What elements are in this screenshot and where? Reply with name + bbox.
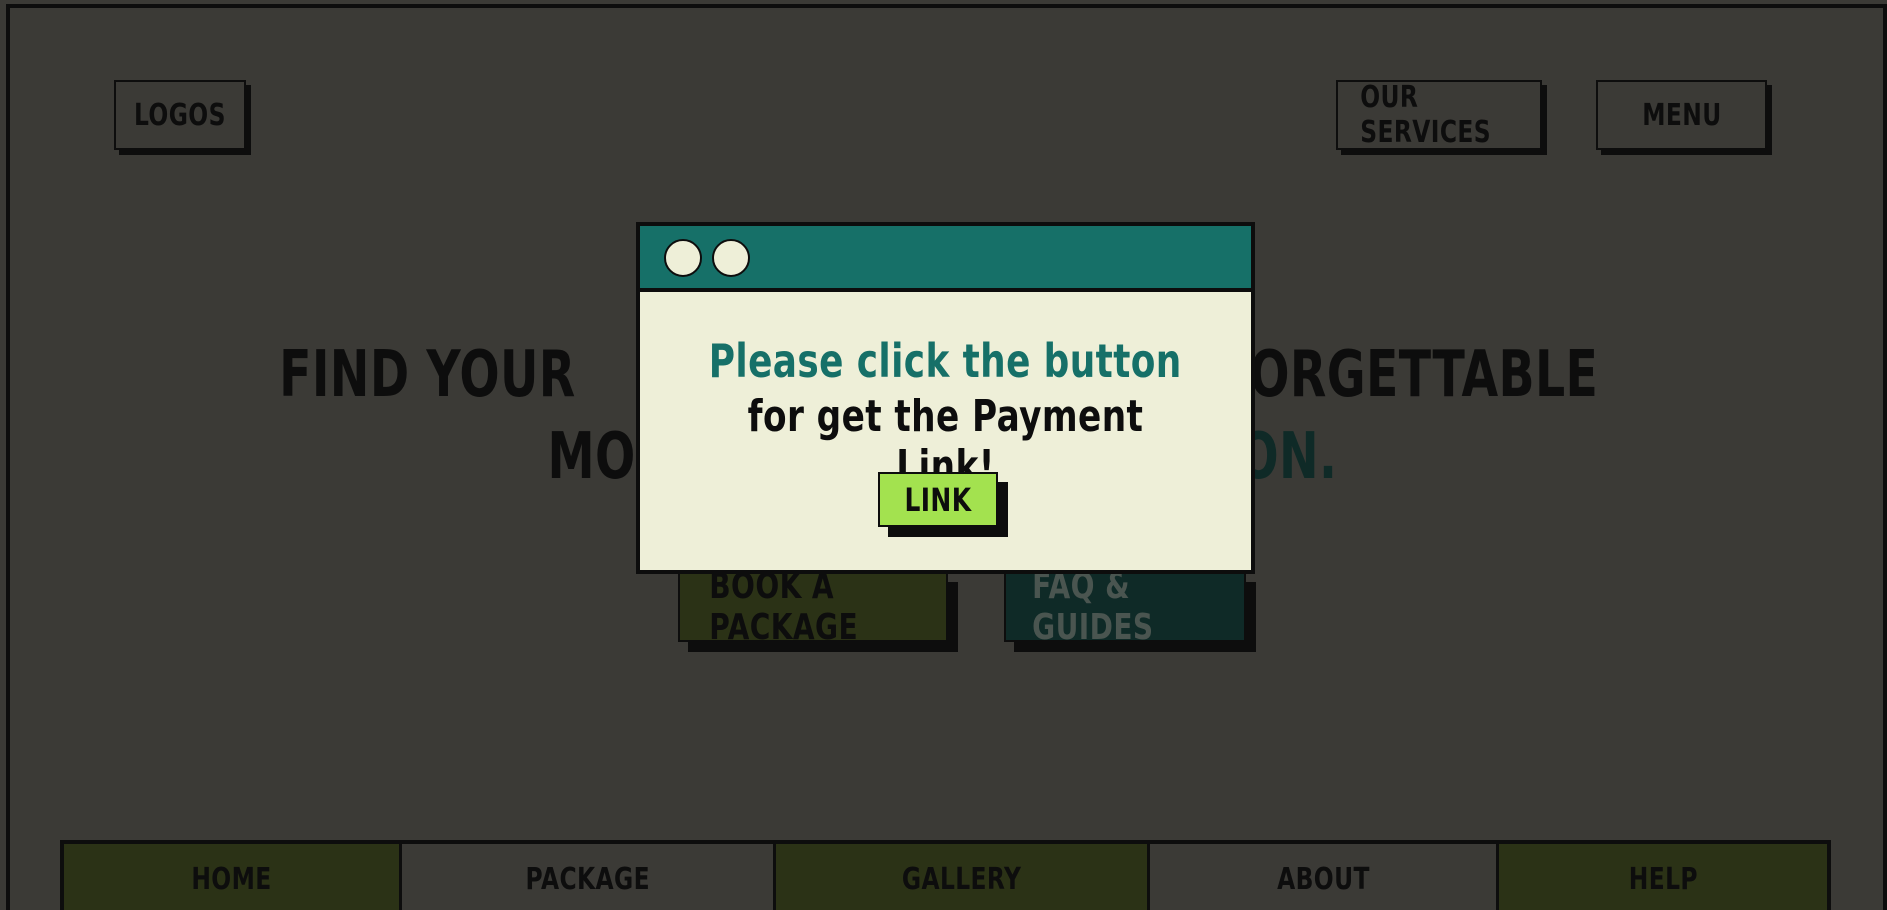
modal-title-text: Please click the button: [708, 334, 1183, 388]
menu-label: MENU: [1641, 97, 1722, 133]
logo-button[interactable]: LOGOS: [114, 80, 246, 150]
book-package-label: BOOK A PACKAGE: [709, 566, 859, 648]
faq-guides-button[interactable]: FAQ & GUIDES: [1004, 566, 1246, 648]
nav-item-label: PACKAGE: [525, 862, 650, 897]
hero-line1-right: ORGETTABLE: [1249, 338, 1599, 412]
nav-item-home[interactable]: HOME: [64, 844, 402, 910]
nav-item-label: HOME: [191, 862, 272, 897]
window-dot-icon[interactable]: [664, 239, 702, 277]
nav-item-label: GALLERY: [901, 862, 1022, 897]
logo-label: LOGOS: [134, 97, 226, 133]
nav-item-help[interactable]: HELP: [1499, 844, 1827, 910]
hero-line2-left: MO: [547, 420, 636, 494]
link-button[interactable]: LINK: [878, 472, 998, 527]
bottom-nav: HOME PACKAGE GALLERY ABOUT HELP: [60, 840, 1831, 910]
nav-item-label: HELP: [1628, 862, 1698, 897]
payment-modal: Please click the button for get the Paym…: [636, 222, 1255, 574]
menu-button[interactable]: MENU: [1596, 80, 1767, 150]
our-services-label: OUR SERVICES: [1360, 80, 1492, 150]
our-services-button[interactable]: OUR SERVICES: [1336, 80, 1542, 150]
nav-item-label: ABOUT: [1276, 862, 1370, 897]
modal-title: Please click the button: [640, 334, 1251, 388]
modal-title-bar: [640, 226, 1251, 292]
book-package-button[interactable]: BOOK A PACKAGE: [678, 566, 948, 648]
hero-line1-left: FIND YOUR: [279, 338, 576, 412]
faq-guides-label: FAQ & GUIDES: [1032, 566, 1154, 648]
window-dot-icon[interactable]: [712, 239, 750, 277]
nav-item-gallery[interactable]: GALLERY: [776, 844, 1150, 910]
nav-item-about[interactable]: ABOUT: [1150, 844, 1499, 910]
nav-item-package[interactable]: PACKAGE: [402, 844, 776, 910]
link-button-label: LINK: [904, 480, 972, 519]
